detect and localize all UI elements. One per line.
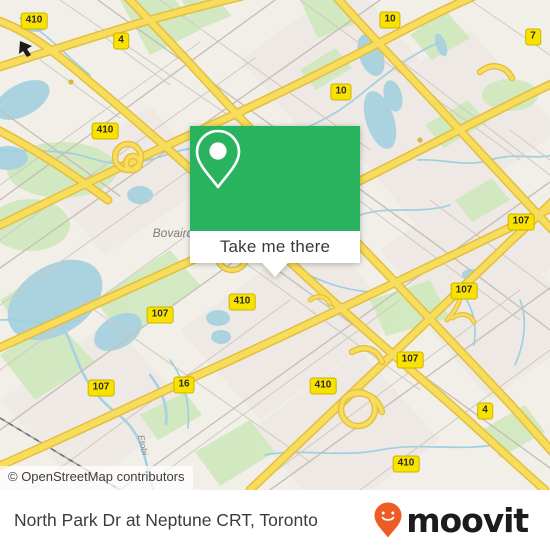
route-shield[interactable]: 107 <box>507 213 535 231</box>
osm-attribution[interactable]: © OpenStreetMap contributors <box>0 466 193 490</box>
route-shield[interactable]: 4 <box>113 32 129 50</box>
callout-action-label[interactable]: Take me there <box>190 231 360 263</box>
moovit-pin-smile-icon <box>374 502 402 538</box>
route-shield[interactable]: 410 <box>20 12 48 30</box>
route-shield[interactable]: 410 <box>392 455 420 473</box>
route-shield[interactable]: 107 <box>396 351 424 369</box>
route-shield[interactable]: 107 <box>450 282 478 300</box>
route-shield[interactable]: 107 <box>87 379 115 397</box>
map-label-bovaird: Bovaird <box>152 226 194 240</box>
callout-body <box>190 126 360 231</box>
moovit-station-map-card: 410 4 10 7 10 410 107 410 107 107 107 16… <box>0 0 550 550</box>
route-shield[interactable]: 410 <box>228 293 256 311</box>
route-shield[interactable]: 16 <box>173 376 195 394</box>
route-shield[interactable]: 107 <box>146 306 174 324</box>
take-me-there-callout[interactable]: Take me there <box>190 126 360 277</box>
route-shield[interactable]: 410 <box>91 122 119 140</box>
location-pin-icon <box>195 129 241 189</box>
footer-bar: North Park Dr at Neptune CRT, Toronto mo… <box>0 490 550 550</box>
callout-pointer-tail <box>262 263 288 277</box>
map-canvas[interactable]: 410 4 10 7 10 410 107 410 107 107 107 16… <box>0 0 550 490</box>
station-title: North Park Dr at Neptune CRT, Toronto <box>14 509 318 530</box>
route-shield[interactable]: 7 <box>525 28 541 46</box>
moovit-wordmark: moovit <box>406 500 529 540</box>
moovit-logo[interactable]: moovit <box>373 501 536 539</box>
route-shield[interactable]: 410 <box>309 377 337 395</box>
route-shield[interactable]: 4 <box>477 402 493 420</box>
route-shield[interactable]: 10 <box>379 11 401 29</box>
route-shield[interactable]: 10 <box>330 83 352 101</box>
